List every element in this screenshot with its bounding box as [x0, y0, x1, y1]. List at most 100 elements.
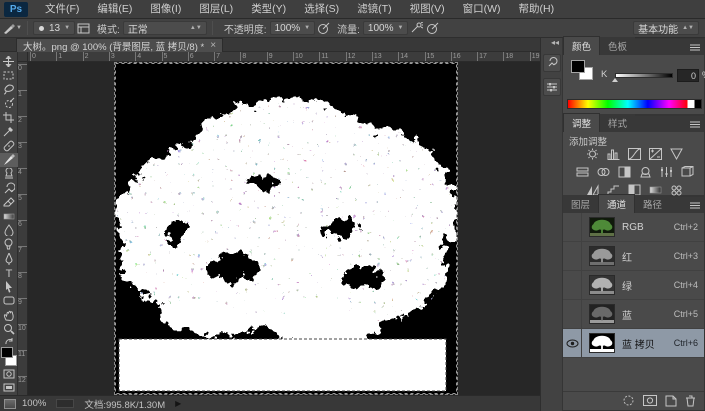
shape-tool-icon[interactable]: [0, 294, 18, 308]
black-white-icon[interactable]: [617, 165, 632, 178]
window-thumb-icon[interactable]: [4, 399, 16, 409]
airbrush-icon[interactable]: [408, 21, 424, 36]
tab-channels[interactable]: 通道: [598, 194, 635, 213]
marquee-tool-icon[interactable]: [0, 68, 18, 82]
menu-view[interactable]: 视图(V): [401, 0, 454, 19]
vibrance-icon[interactable]: [669, 147, 684, 160]
hand-tool-icon[interactable]: [0, 308, 18, 322]
panel-foreground-swatch[interactable]: [571, 60, 585, 73]
adjustment-row-2: [563, 165, 705, 178]
eyedropper-tool-icon[interactable]: [0, 125, 18, 139]
menu-edit[interactable]: 编辑(E): [88, 0, 141, 19]
crop-tool-icon[interactable]: [0, 110, 18, 124]
color-lookup-icon[interactable]: [680, 165, 695, 178]
hue-saturation-icon[interactable]: [575, 165, 590, 178]
gradient-tool-icon[interactable]: [0, 209, 18, 223]
brush-preset-icon[interactable]: [0, 21, 16, 36]
exposure-icon[interactable]: [648, 147, 663, 160]
channel-shortcut: Ctrl+4: [674, 280, 698, 290]
k-slider-handle[interactable]: [612, 78, 618, 82]
menu-file[interactable]: 文件(F): [36, 0, 88, 19]
type-tool-icon[interactable]: T: [0, 266, 18, 280]
visibility-toggle[interactable]: [563, 271, 582, 300]
foreground-color-swatch[interactable]: [1, 347, 13, 358]
load-selection-icon[interactable]: [622, 394, 635, 407]
quick-selection-tool-icon[interactable]: [0, 96, 18, 110]
menu-help[interactable]: 帮助(H): [510, 0, 564, 19]
status-options-arrow-icon[interactable]: ▶: [175, 399, 181, 408]
document-tab[interactable]: 大树。png @ 100% (背景图层, 蓝 拷贝/8) * ×: [16, 38, 223, 52]
brightness-contrast-icon[interactable]: [585, 147, 600, 160]
brush-tool-icon[interactable]: [0, 153, 18, 167]
visibility-toggle[interactable]: [563, 329, 582, 358]
save-selection-as-channel-icon[interactable]: [643, 395, 657, 406]
visibility-toggle[interactable]: [563, 213, 582, 242]
brush-size-picker[interactable]: 13 ▼: [33, 21, 75, 35]
properties-panel-icon[interactable]: [543, 78, 561, 96]
screen-mode-icon[interactable]: [0, 381, 18, 395]
selective-color-icon[interactable]: [669, 183, 684, 196]
color-balance-icon[interactable]: [596, 165, 611, 178]
pen-tool-icon[interactable]: [0, 252, 18, 266]
tab-swatches[interactable]: 色板: [600, 37, 635, 55]
new-channel-icon[interactable]: [665, 395, 677, 407]
menu-select[interactable]: 选择(S): [295, 0, 348, 19]
zoom-tool-icon[interactable]: [0, 322, 18, 336]
toggle-brush-panel-icon[interactable]: [75, 21, 91, 36]
visibility-toggle[interactable]: [563, 300, 582, 329]
menu-layer[interactable]: 图层(L): [190, 0, 242, 19]
ruler-origin-corner[interactable]: [18, 52, 28, 62]
channel-mixer-icon[interactable]: [659, 165, 674, 178]
visibility-toggle[interactable]: [563, 242, 582, 271]
blur-tool-icon[interactable]: [0, 223, 18, 237]
swap-colors-icon[interactable]: [4, 338, 14, 345]
tab-adjustments[interactable]: 调整: [563, 113, 600, 132]
panel-menu-icon[interactable]: [689, 43, 701, 52]
workspace-switcher[interactable]: 基本功能 ▲▼: [633, 21, 699, 35]
menu-filter[interactable]: 滤镜(T): [348, 0, 400, 19]
canvas-pasteboard[interactable]: 012345678910111213141516171819 012345678…: [18, 52, 540, 395]
status-scrubber[interactable]: [56, 399, 74, 408]
photo-filter-icon[interactable]: [638, 165, 653, 178]
curves-icon[interactable]: [627, 147, 642, 160]
panel-menu-icon[interactable]: [689, 120, 701, 129]
history-panel-icon[interactable]: [543, 54, 561, 72]
quick-mask-icon[interactable]: [0, 367, 18, 381]
flow-select[interactable]: 100% ▼: [363, 21, 409, 35]
lasso-tool-icon[interactable]: [0, 82, 18, 96]
k-slider-track[interactable]: [615, 73, 673, 78]
channel-row-red[interactable]: 红 Ctrl+3: [563, 242, 704, 271]
clone-stamp-tool-icon[interactable]: [0, 167, 18, 181]
dodge-tool-icon[interactable]: [0, 237, 18, 251]
delete-channel-icon[interactable]: [685, 395, 696, 407]
close-tab-icon[interactable]: ×: [210, 40, 216, 51]
menu-image[interactable]: 图像(I): [141, 0, 190, 19]
blend-mode-select[interactable]: 正常 ▲▼: [123, 21, 207, 35]
panel-menu-icon[interactable]: [689, 201, 701, 210]
history-brush-tool-icon[interactable]: [0, 181, 18, 195]
healing-brush-tool-icon[interactable]: [0, 139, 18, 153]
pressure-size-icon[interactable]: [424, 21, 440, 36]
zoom-level[interactable]: 100%: [22, 398, 46, 409]
channel-row-green[interactable]: 绿 Ctrl+4: [563, 271, 704, 300]
menu-type[interactable]: 类型(Y): [242, 0, 295, 19]
tab-paths[interactable]: 路径: [635, 195, 670, 213]
menu-window[interactable]: 窗口(W): [454, 0, 510, 19]
eraser-tool-icon[interactable]: [0, 195, 18, 209]
path-selection-tool-icon[interactable]: [0, 280, 18, 294]
opacity-select[interactable]: 100% ▼: [270, 21, 316, 35]
k-value-input[interactable]: [677, 69, 699, 82]
channel-row-rgb[interactable]: RGB Ctrl+2: [563, 213, 704, 242]
collapse-dock-icon[interactable]: ◂◂: [551, 38, 559, 48]
channel-row-blue[interactable]: 蓝 Ctrl+5: [563, 300, 704, 329]
color-spectrum-ramp[interactable]: [567, 99, 702, 109]
document-image[interactable]: [115, 63, 457, 394]
pressure-opacity-icon[interactable]: [315, 21, 331, 36]
tab-color[interactable]: 颜色: [563, 36, 600, 55]
tab-layers[interactable]: 图层: [563, 195, 598, 213]
move-tool-icon[interactable]: [0, 54, 18, 68]
tab-styles[interactable]: 样式: [600, 114, 635, 132]
levels-icon[interactable]: [606, 147, 621, 160]
channel-row-blue-copy[interactable]: 蓝 拷贝 Ctrl+6: [563, 329, 704, 358]
brush-preset-arrow-icon[interactable]: ▼: [16, 25, 22, 31]
